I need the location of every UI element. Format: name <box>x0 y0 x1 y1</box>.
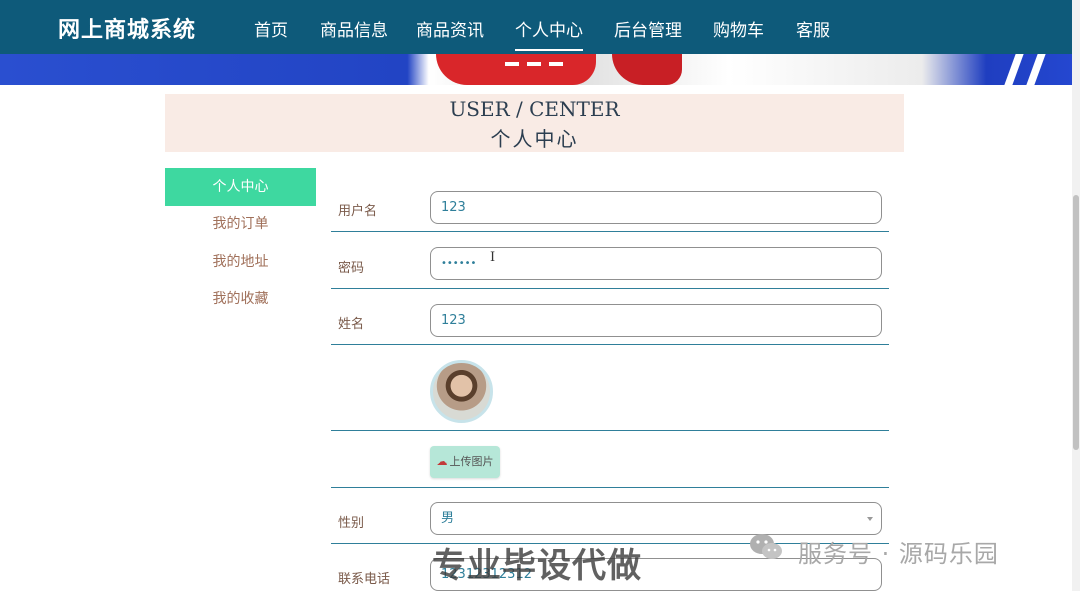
sidebar-item-address[interactable]: 我的地址 <box>165 243 316 281</box>
form-row-avatar <box>331 345 889 431</box>
username-label: 用户名 <box>338 204 378 219</box>
phone-label: 联系电话 <box>338 572 391 587</box>
form-row-upload <box>331 431 889 488</box>
username-input[interactable]: 123 <box>430 191 882 224</box>
sidebar-item-orders[interactable]: 我的订单 <box>165 205 316 243</box>
cloud-upload-icon: ☁ <box>436 455 448 468</box>
sidebar-item-favorites[interactable]: 我的收藏 <box>165 280 316 318</box>
nav-item-cart[interactable]: 购物车 <box>713 16 764 41</box>
banner-stripe <box>1004 54 1024 85</box>
sidebar-item-user-center[interactable]: 个人中心 <box>165 168 316 206</box>
banner-image <box>0 54 1072 85</box>
nav-item-news[interactable]: 商品资讯 <box>416 16 484 41</box>
name-label: 姓名 <box>338 317 365 332</box>
page-title-en: USER / CENTER <box>449 97 620 121</box>
banner-stripe <box>1026 54 1046 85</box>
top-nav: 网上商城系统 首页 商品信息 商品资讯 个人中心 后台管理 购物车 客服 <box>0 0 1072 54</box>
wechat-icon <box>750 534 782 559</box>
nav-item-admin[interactable]: 后台管理 <box>614 16 682 41</box>
page-scrollbar-thumb[interactable] <box>1073 195 1079 450</box>
nav-item-products[interactable]: 商品信息 <box>320 16 388 41</box>
upload-image-label: 上传图片 <box>449 455 494 468</box>
avatar-image <box>430 360 493 423</box>
password-label: 密码 <box>338 261 365 276</box>
page-title-cn: 个人中心 <box>490 127 579 151</box>
nav-item-service[interactable]: 客服 <box>796 16 830 41</box>
gender-select[interactable]: 男 <box>430 502 882 535</box>
gender-label: 性别 <box>338 516 365 531</box>
text-cursor-icon: I <box>490 250 496 265</box>
brand-title[interactable]: 网上商城系统 <box>58 12 196 44</box>
upload-image-button[interactable]: ☁ 上传图片 <box>430 446 500 478</box>
carousel-indicator[interactable] <box>505 62 567 66</box>
banner-shoe-graphic <box>436 54 596 85</box>
watermark-overlay-text: 专业毕设代做 <box>432 546 642 586</box>
banner-shoe-graphic-2 <box>612 54 682 85</box>
nav-item-user-center[interactable]: 个人中心 <box>515 16 583 51</box>
password-input[interactable]: •••••• <box>430 247 882 280</box>
nav-item-home[interactable]: 首页 <box>254 16 288 41</box>
page-title-band: USER / CENTER 个人中心 <box>165 94 904 152</box>
watermark-account-text: 服务号 · 源码乐园 <box>798 540 999 568</box>
name-input[interactable]: 123 <box>430 304 882 337</box>
